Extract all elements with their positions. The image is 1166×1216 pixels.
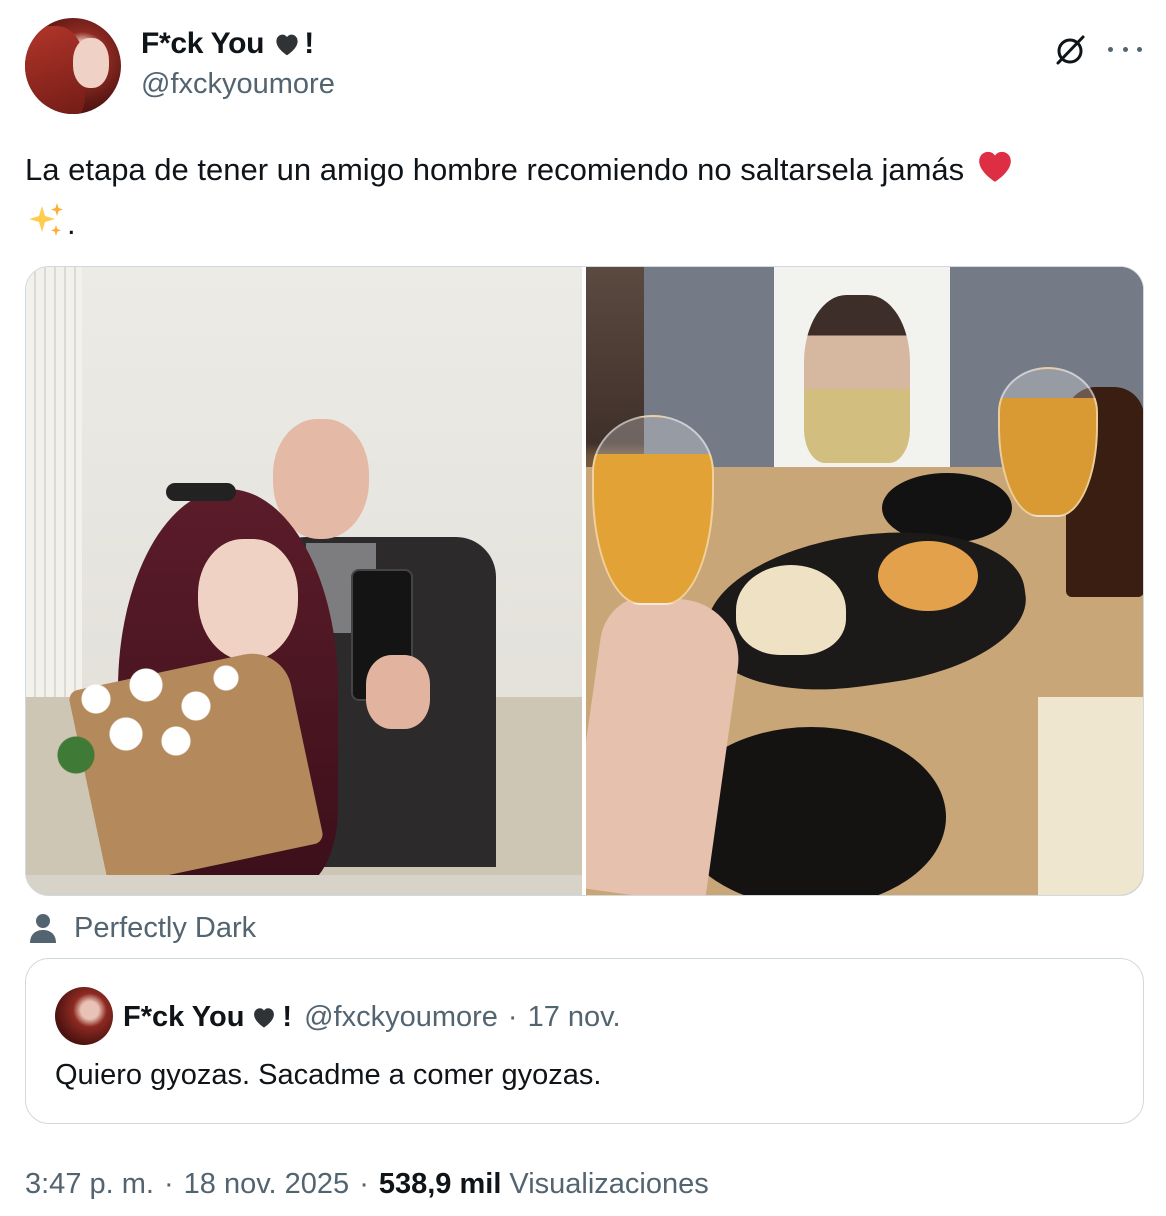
quoted-text: Quiero gyozas. Sacadme a comer gyozas. — [55, 1059, 602, 1091]
quoted-author-name-suffix: ! — [282, 1000, 293, 1033]
tweet-time[interactable]: 3:47 p. m. — [25, 1168, 154, 1201]
photo-mirror-selfie[interactable] — [26, 267, 582, 895]
red-heart-icon — [973, 146, 1017, 200]
attribution-label: Perfectly Dark — [74, 911, 257, 944]
tweet-text: La etapa de tener un amigo hombre recomi… — [25, 146, 1145, 254]
author-avatar[interactable] — [25, 18, 121, 114]
more-options-icon[interactable] — [1108, 34, 1142, 64]
separator-dot: · — [359, 1167, 369, 1200]
sparkles-icon — [25, 200, 67, 254]
author-name-row[interactable]: F*ck You ! — [141, 26, 314, 62]
quoted-header: F*ck You ! @fxckyoumore · 17 nov. — [123, 997, 621, 1037]
author-name-suffix: ! — [304, 27, 314, 60]
quoted-author-name: F*ck You — [123, 1000, 245, 1033]
author-name[interactable]: F*ck You — [141, 27, 265, 61]
quoted-author-avatar — [55, 987, 113, 1045]
tweet-text-body: La etapa de tener un amigo hombre recomi… — [25, 152, 965, 187]
tweet-date[interactable]: 18 nov. 2025 — [184, 1168, 350, 1201]
author-handle[interactable]: @fxckyoumore — [141, 68, 335, 101]
black-heart-icon — [272, 29, 302, 59]
photo-gyozas-table[interactable] — [586, 267, 1143, 895]
separator-dot: · — [163, 1167, 174, 1200]
media-grid — [25, 266, 1144, 896]
tweet-meta: 3:47 p. m. · 18 nov. 2025 · 538,9 mil Vi… — [25, 1162, 709, 1206]
quoted-date: 17 nov. — [527, 1000, 621, 1033]
views-count: 538,9 mil — [378, 1167, 502, 1200]
quoted-author-handle: @fxckyoumore — [304, 1000, 498, 1033]
person-icon — [28, 912, 58, 944]
media-attribution[interactable]: Perfectly Dark — [28, 908, 256, 948]
tweet-card: F*ck You ! @fxckyoumore La etapa de tene… — [0, 0, 1166, 1216]
tweet-text-trailing: . — [67, 206, 76, 241]
separator-dot: · — [507, 1000, 518, 1033]
quoted-tweet[interactable]: F*ck You ! @fxckyoumore · 17 nov. Quiero… — [25, 958, 1144, 1124]
grok-icon[interactable] — [1052, 32, 1088, 68]
black-heart-icon — [250, 1003, 278, 1031]
views-label: Visualizaciones — [509, 1167, 709, 1200]
